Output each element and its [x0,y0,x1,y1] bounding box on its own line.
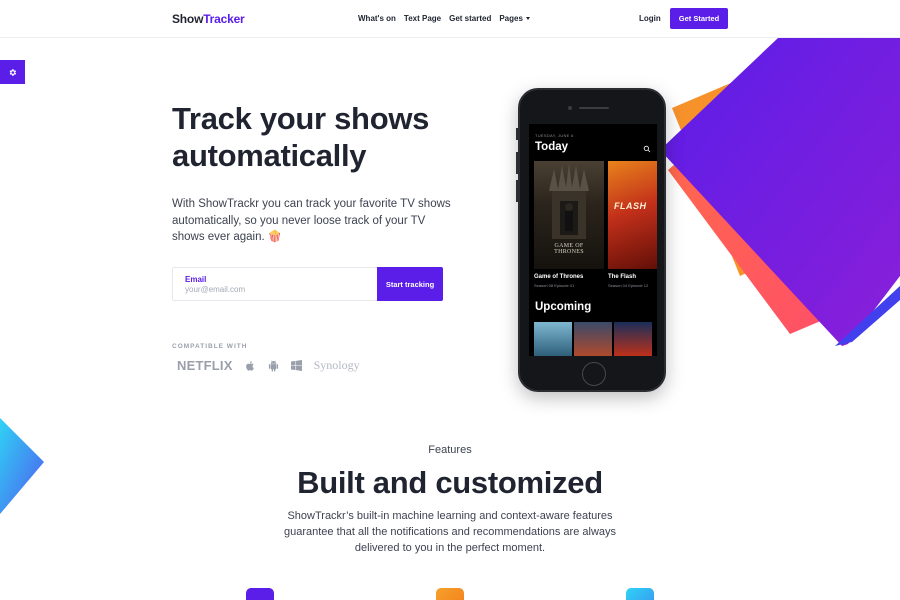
signup-form: Email Start tracking [172,267,443,301]
nav-links: What's on Text Page Get started Pages [358,14,530,23]
nav-link-text-page[interactable]: Text Page [404,14,441,23]
hero-title: Track your shows automatically [172,100,472,174]
features-title: Built and customized [297,465,603,500]
show-subtitle-1: Season 08 Episode 01 [534,283,575,288]
features-description: ShowTrackr’s built-in machine learning a… [283,510,617,554]
upcoming-thumb-1 [534,322,572,356]
poster-text-flash: FLASH [614,201,647,211]
nav-link-get-started[interactable]: Get started [449,14,491,23]
nav-dropdown-pages-label: Pages [499,14,523,23]
hero-description: With ShowTrackr you can track your favor… [172,198,451,243]
feature-icon-3 [626,588,654,600]
upcoming-thumb-2 [574,322,612,356]
phone-screen: TUESDAY, JUNE 6 Today GAME OF THRONES FL… [529,124,657,356]
hero-title-line1: Track your shows [172,101,430,136]
screen-upcoming-heading: Upcoming [535,301,592,313]
show-title-1: Game of Thrones [534,274,584,280]
compatible-with-label: COMPATIBLE WITH [172,343,248,350]
phone-side-button [516,152,518,174]
show-subtitle-2: Season 04 Episode 12 [608,283,649,288]
show-title-2: The Flash [608,274,637,280]
brand-part1: Show [172,12,204,26]
phone-mockup: TUESDAY, JUNE 6 Today GAME OF THRONES FL… [516,88,666,392]
screen-today-heading: Today [535,141,569,153]
compatible-logos: NETFLIX Synology [177,358,360,373]
email-label: Email [185,275,207,284]
brand-part2: Tracker [203,12,245,26]
screen-date: TUESDAY, JUNE 6 [535,133,574,138]
start-tracking-button[interactable]: Start tracking [377,267,443,301]
phone-side-button [516,128,518,140]
poster-game-of-thrones: GAME OF THRONES [534,161,604,269]
email-input[interactable] [185,285,365,294]
poster-the-flash: FLASH [608,161,657,269]
android-icon [268,359,278,371]
search-icon [643,145,651,153]
hero-title-line2: automatically [172,138,367,173]
phone-side-button [516,180,518,202]
brand-logo[interactable]: ShowTracker [172,12,245,26]
netflix-logo: NETFLIX [177,358,233,373]
top-navbar: ShowTracker What's on Text Page Get star… [0,0,900,38]
login-link[interactable]: Login [639,14,661,23]
synology-logo: Synology [313,358,360,372]
feature-icon-1 [246,588,274,600]
phone-camera [568,106,572,110]
email-field-wrapper[interactable]: Email [172,267,377,301]
nav-link-whats-on[interactable]: What's on [358,14,396,23]
upcoming-thumb-3 [614,322,652,356]
features-eyebrow: Features [428,444,472,456]
get-started-button[interactable]: Get Started [670,8,728,29]
windows-icon [290,360,302,371]
apple-icon [245,360,254,371]
chevron-down-icon [525,17,530,21]
feature-icon-2 [436,588,464,600]
settings-tab[interactable] [0,60,25,84]
gear-icon [9,68,17,76]
phone-speaker [579,107,609,109]
nav-dropdown-pages[interactable]: Pages [499,14,530,23]
poster-text-got: GAME OF THRONES [554,243,584,255]
phone-home-button [582,362,606,386]
